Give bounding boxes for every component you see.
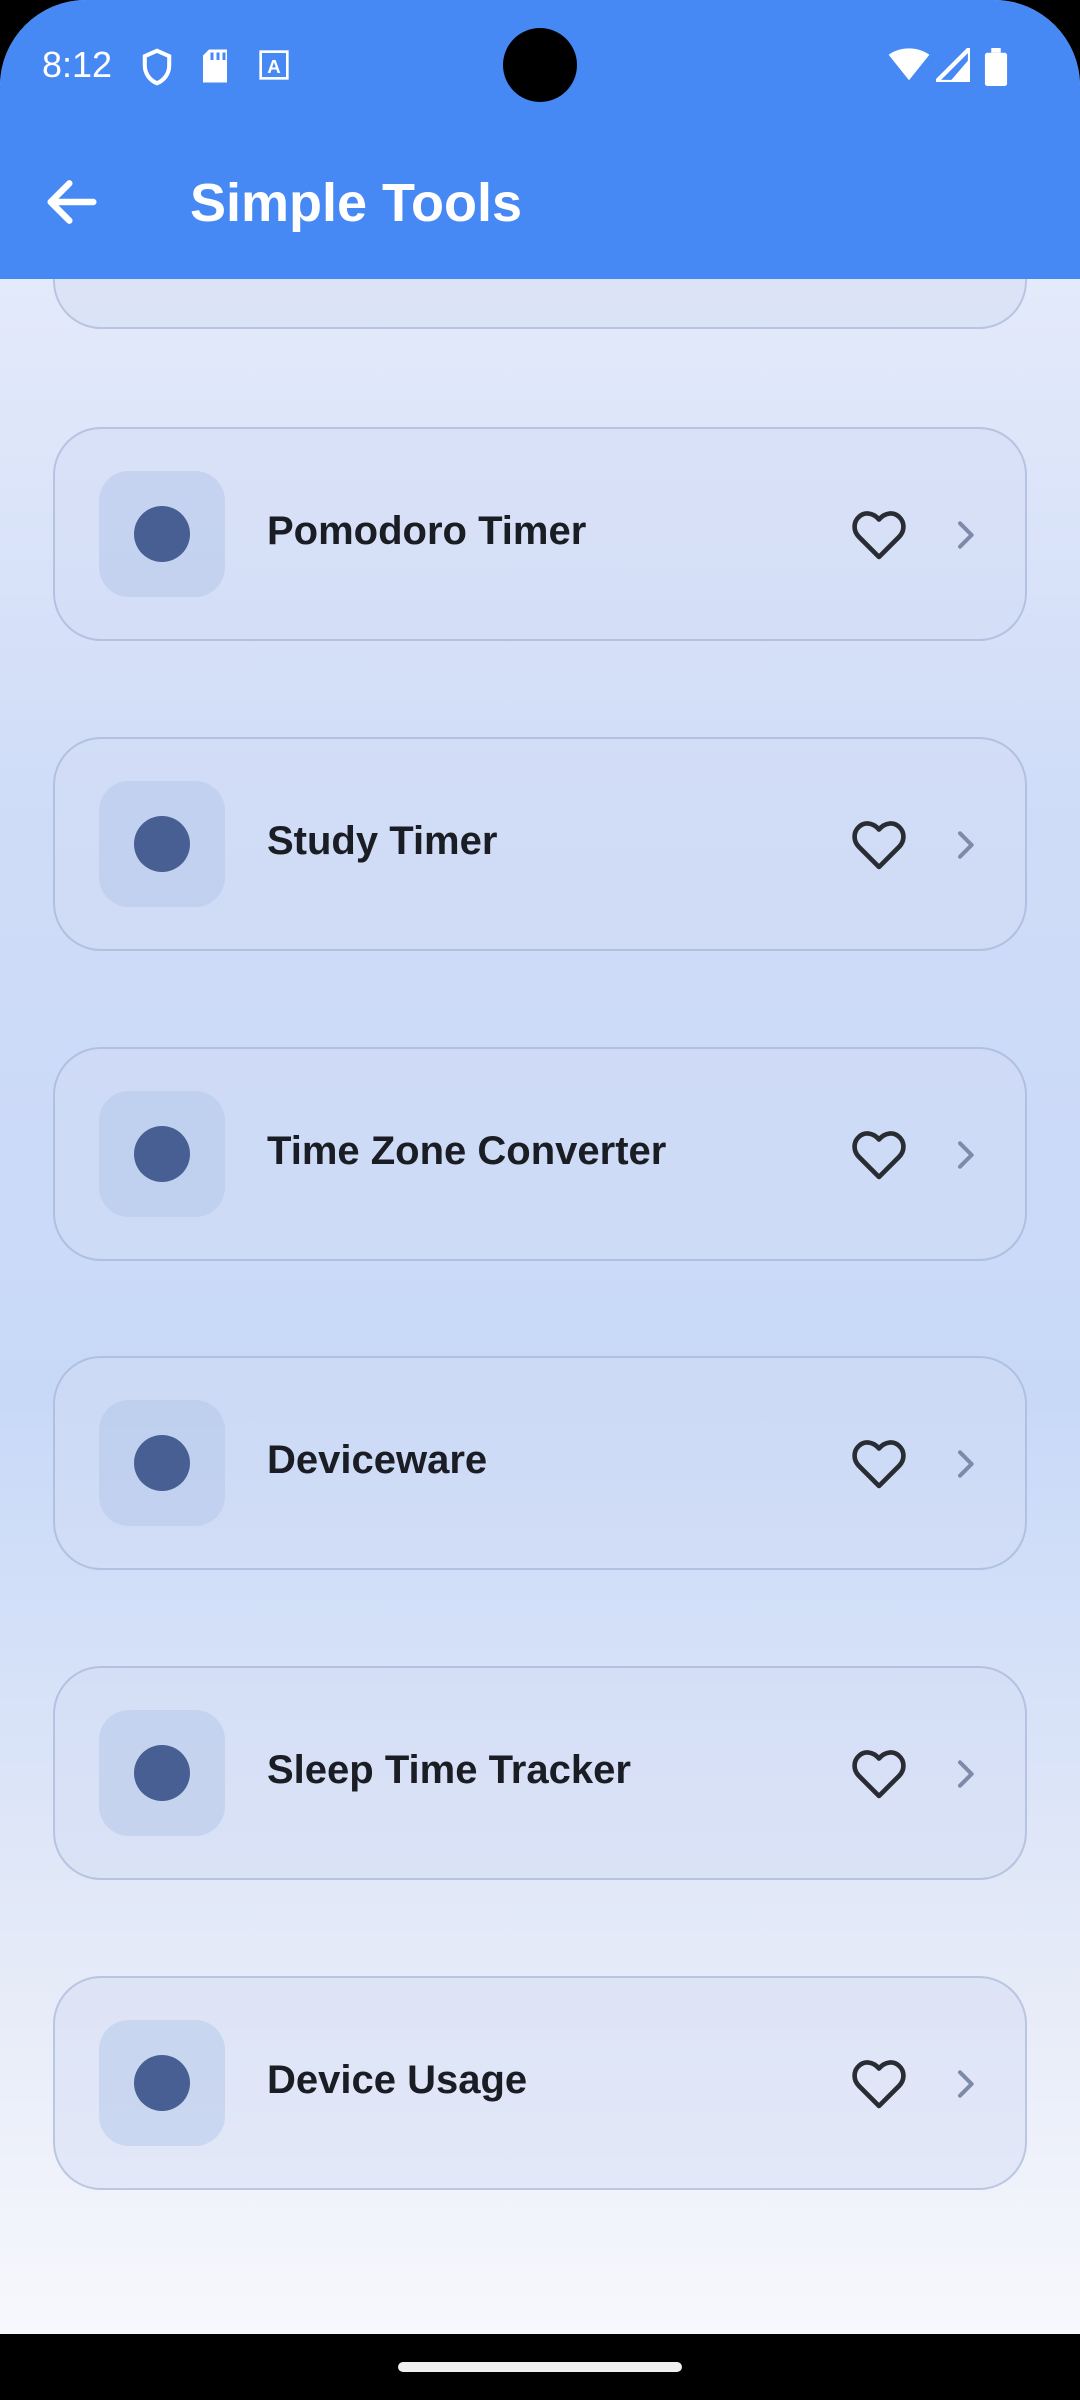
chevron-right-icon [958, 1141, 974, 1169]
heart-icon[interactable] [848, 1124, 910, 1186]
tool-icon [134, 506, 190, 562]
tool-label: Sleep Time Tracker [267, 1748, 631, 1792]
tool-card-device-usage[interactable]: Device Usage [53, 1976, 1027, 2190]
chevron-right-icon [958, 521, 974, 549]
front-camera [503, 28, 577, 102]
tool-card-sleep-time-tracker[interactable]: Sleep Time Tracker [53, 1666, 1027, 1880]
tool-card-deviceware[interactable]: Deviceware [53, 1356, 1027, 1570]
tool-label: Deviceware [267, 1438, 488, 1482]
gesture-nav-handle[interactable] [398, 2362, 682, 2372]
tool-icon [134, 2055, 190, 2111]
tool-icon-box [99, 1710, 225, 1836]
chevron-right-icon [958, 1450, 974, 1478]
heart-icon[interactable] [848, 2053, 910, 2115]
tool-icon-box [99, 471, 225, 597]
heart-icon[interactable] [848, 1433, 910, 1495]
tool-icon-box [99, 2020, 225, 2146]
tool-icon [134, 1435, 190, 1491]
svg-text:A: A [267, 56, 280, 77]
battery-icon [984, 48, 1008, 86]
chevron-right-icon [958, 2070, 974, 2098]
page-title: Simple Tools [190, 173, 523, 233]
tool-label: Device Usage [267, 2058, 528, 2102]
tool-card-time-zone-converter[interactable]: Time Zone Converter [53, 1047, 1027, 1261]
tool-icon-box [99, 1400, 225, 1526]
chevron-right-icon [958, 1760, 974, 1788]
heart-icon[interactable] [848, 504, 910, 566]
app-screen: 8:12 A Simple Tools Pomodoro Timer Study… [0, 0, 1080, 2334]
wifi-icon [888, 48, 930, 81]
app-bar: 8:12 A Simple Tools [0, 0, 1080, 279]
tool-icon [134, 1745, 190, 1801]
cell-signal-icon [936, 48, 970, 82]
heart-icon[interactable] [848, 814, 910, 876]
shield-icon [142, 48, 172, 86]
heart-icon[interactable] [848, 1743, 910, 1805]
tool-icon [134, 1126, 190, 1182]
status-time: 8:12 [42, 44, 113, 85]
chevron-right-icon [958, 831, 974, 859]
tool-icon-box [99, 781, 225, 907]
tool-label: Study Timer [267, 819, 498, 863]
tool-card-study-timer[interactable]: Study Timer [53, 737, 1027, 951]
arrow-back-icon[interactable] [40, 170, 104, 234]
tool-card-pomodoro-timer[interactable]: Pomodoro Timer [53, 427, 1027, 641]
tool-label: Time Zone Converter [267, 1129, 667, 1173]
tool-icon [134, 816, 190, 872]
tool-label: Pomodoro Timer [267, 509, 587, 553]
font-download-icon: A [259, 50, 289, 80]
sd-card-icon [203, 49, 227, 83]
tool-icon-box [99, 1091, 225, 1217]
